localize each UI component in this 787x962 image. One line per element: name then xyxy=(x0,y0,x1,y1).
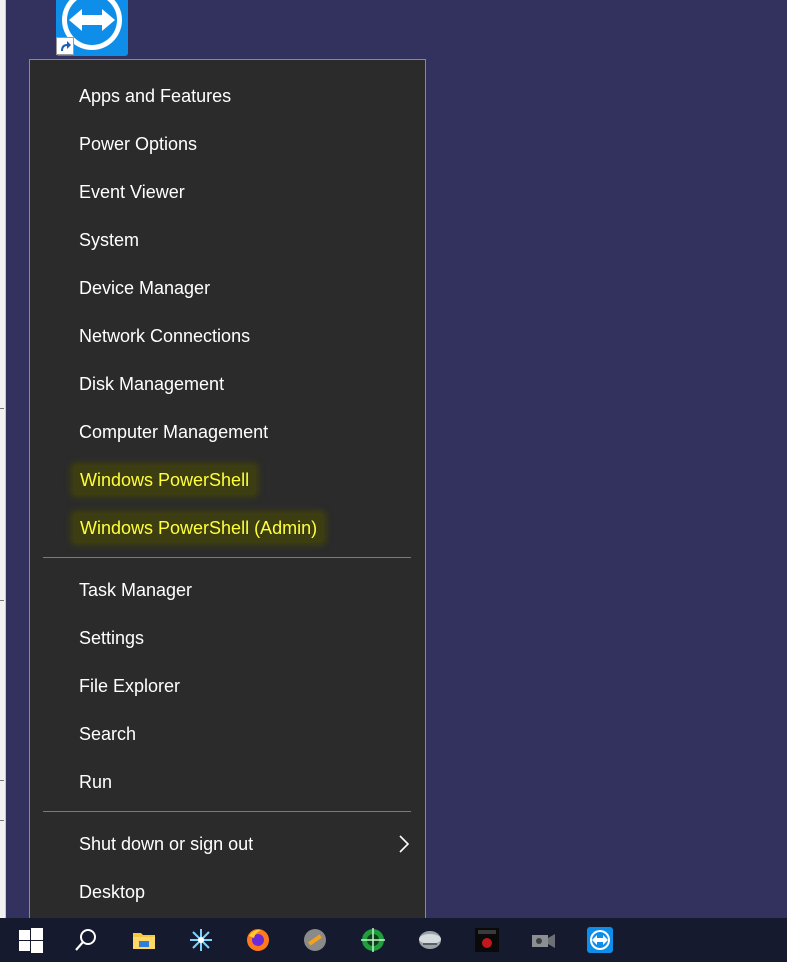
menu-item-computer-management[interactable]: Computer Management xyxy=(30,408,425,456)
disk-app-icon[interactable] xyxy=(417,927,443,953)
menu-item-power-options[interactable]: Power Options xyxy=(30,120,425,168)
media-app-icon[interactable] xyxy=(474,927,500,953)
firefox-icon[interactable] xyxy=(245,927,271,953)
menu-item-label: Power Options xyxy=(79,134,198,154)
menu-item-label: Desktop xyxy=(79,882,146,902)
menu-item-apps-and-features[interactable]: Apps and Features xyxy=(30,72,425,120)
background-window-edge xyxy=(0,0,6,918)
menu-item-device-manager[interactable]: Device Manager xyxy=(30,264,425,312)
file-explorer-icon[interactable] xyxy=(131,927,157,953)
teamviewer-shortcut[interactable] xyxy=(56,0,128,58)
menu-item-search[interactable]: Search xyxy=(30,710,425,758)
search-icon[interactable] xyxy=(73,927,99,953)
menu-item-label: System xyxy=(79,230,140,250)
menu-item-label: File Explorer xyxy=(79,676,181,696)
teamviewer-icon[interactable] xyxy=(587,927,613,953)
menu-item-task-manager[interactable]: Task Manager xyxy=(30,566,425,614)
menu-item-windows-powershell[interactable]: Windows PowerShell xyxy=(30,456,425,504)
menu-item-windows-powershell-admin[interactable]: Windows PowerShell (Admin) xyxy=(30,504,425,552)
menu-item-label: Search xyxy=(79,724,137,744)
menu-item-label: Settings xyxy=(79,628,145,648)
menu-item-file-explorer[interactable]: File Explorer xyxy=(30,662,425,710)
menu-item-settings[interactable]: Settings xyxy=(30,614,425,662)
menu-item-label: Windows PowerShell xyxy=(73,465,257,495)
menu-item-label: Windows PowerShell (Admin) xyxy=(73,513,325,543)
tool-app-icon[interactable] xyxy=(302,927,328,953)
menu-item-label: Shut down or sign out xyxy=(79,834,254,854)
menu-item-label: Task Manager xyxy=(79,580,193,600)
green-target-app-icon[interactable] xyxy=(360,927,386,953)
camera-app-icon[interactable] xyxy=(530,927,556,953)
menu-item-label: Event Viewer xyxy=(79,182,185,202)
chevron-right-icon xyxy=(399,835,410,853)
menu-item-label: Apps and Features xyxy=(79,86,232,106)
taskbar xyxy=(0,918,787,962)
shortcut-arrow-icon xyxy=(56,37,74,55)
menu-item-label: Disk Management xyxy=(79,374,225,394)
menu-separator xyxy=(43,557,411,558)
winx-context-menu: Apps and Features Power Options Event View… xyxy=(29,59,426,926)
menu-item-event-viewer[interactable]: Event Viewer xyxy=(30,168,425,216)
windows-start-icon[interactable] xyxy=(18,927,44,953)
menu-item-network-connections[interactable]: Network Connections xyxy=(30,312,425,360)
snowflake-app-icon[interactable] xyxy=(188,927,214,953)
menu-item-label: Network Connections xyxy=(79,326,251,346)
menu-item-run[interactable]: Run xyxy=(30,758,425,806)
menu-item-disk-management[interactable]: Disk Management xyxy=(30,360,425,408)
menu-item-system[interactable]: System xyxy=(30,216,425,264)
menu-item-label: Computer Management xyxy=(79,422,269,442)
menu-item-label: Device Manager xyxy=(79,278,211,298)
menu-item-shut-down-or-sign-out[interactable]: Shut down or sign out xyxy=(30,820,425,868)
menu-separator xyxy=(43,811,411,812)
menu-item-desktop[interactable]: Desktop xyxy=(30,868,425,916)
menu-item-label: Run xyxy=(79,772,113,792)
